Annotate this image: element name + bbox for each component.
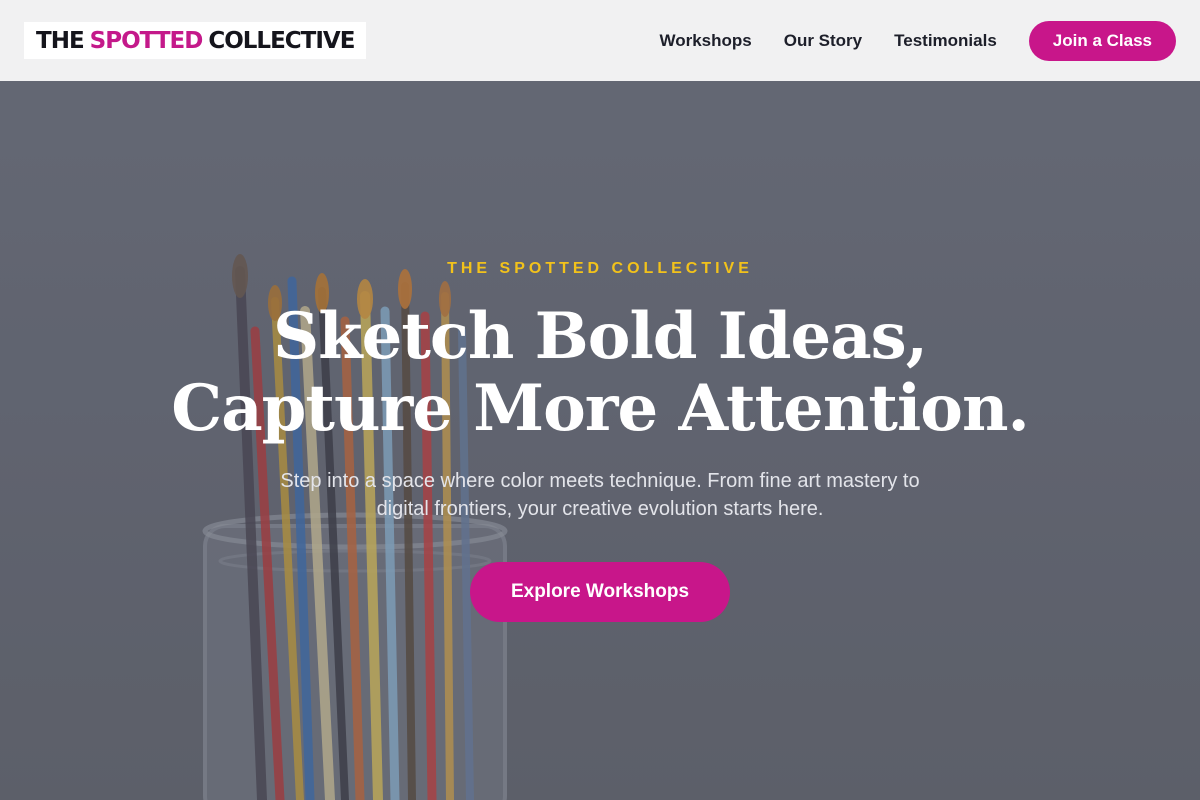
logo-accent: SPOTTED [89, 27, 204, 54]
hero-section: THE SPOTTED COLLECTIVE Sketch Bold Ideas… [0, 81, 1200, 800]
explore-workshops-button[interactable]: Explore Workshops [470, 562, 730, 622]
join-class-button[interactable]: Join a Class [1028, 20, 1176, 61]
site-logo[interactable]: THE SPOTTED COLLECTIVE [24, 22, 367, 59]
hero-headline-line1: Sketch Bold Ideas, [273, 299, 928, 374]
hero-subtext: Step into a space where color meets tech… [280, 470, 920, 520]
site-header: THE SPOTTED COLLECTIVE Workshops Our Sto… [0, 0, 1200, 81]
nav-link-workshops[interactable]: Workshops [659, 31, 751, 51]
hero-headline: Sketch Bold Ideas, Capture More Attentio… [0, 301, 1200, 445]
main-nav: Workshops Our Story Testimonials Join a … [659, 20, 1176, 61]
nav-link-our-story[interactable]: Our Story [784, 31, 862, 51]
logo-prefix: THE [36, 27, 85, 54]
hero-headline-line2: Capture More Attention. [171, 371, 1030, 446]
logo-suffix: COLLECTIVE [208, 27, 355, 54]
hero-eyebrow: THE SPOTTED COLLECTIVE [447, 260, 753, 277]
nav-link-testimonials[interactable]: Testimonials [894, 31, 997, 51]
